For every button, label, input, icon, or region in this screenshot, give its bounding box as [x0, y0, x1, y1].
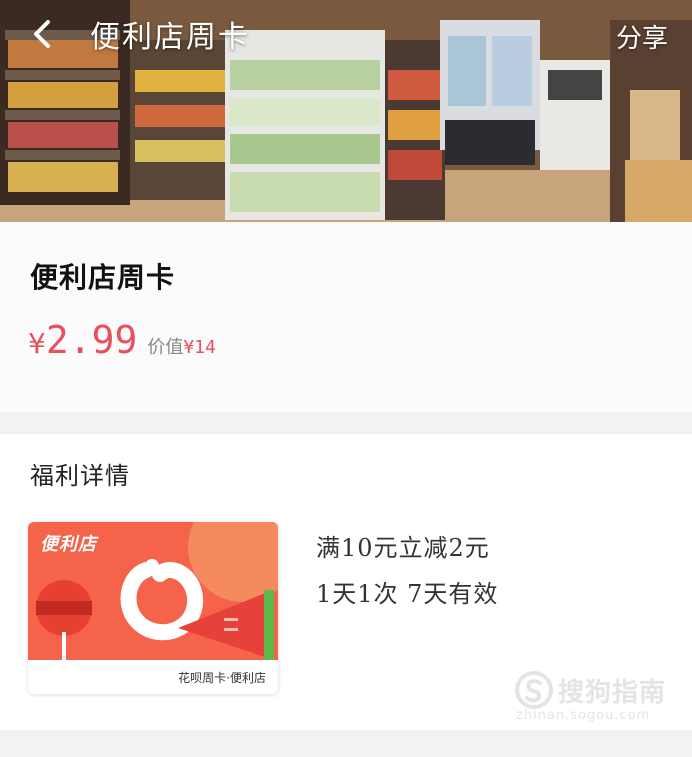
- nav-title: 便利店周卡: [90, 20, 250, 55]
- benefit-discount: 满10元立减2元: [316, 534, 490, 562]
- card-brand-label: 便利店: [40, 534, 97, 555]
- watermark-url: zhinan.sogou.com: [516, 708, 651, 723]
- sogou-logo-icon: [515, 671, 553, 709]
- top-navigation-bar: 便利店周卡 分享: [0, 0, 692, 70]
- price-currency-symbol: ¥: [28, 327, 46, 360]
- price-row: ¥2.99 价值¥14: [28, 318, 216, 362]
- card-caption-bar: 花呗周卡·便利店: [28, 660, 278, 694]
- card-caption: 花呗周卡·便利店: [178, 671, 266, 685]
- product-title: 便利店周卡: [30, 261, 176, 294]
- watermark-text: 搜狗指南: [558, 678, 667, 708]
- price-value: 2.99: [45, 318, 138, 362]
- product-info-section: 便利店周卡 ¥2.99 价值¥14: [0, 222, 692, 412]
- hero-store-image: 便利店周卡 分享: [0, 0, 692, 222]
- original-price: ¥14: [183, 337, 216, 358]
- chevron-left-icon: [34, 20, 50, 48]
- benefit-validity: 1天1次 7天有效: [316, 580, 499, 608]
- original-value-label: 价值: [147, 337, 184, 358]
- card-image[interactable]: 便利店 花呗周卡·便利店: [28, 522, 278, 694]
- back-button[interactable]: [22, 14, 66, 58]
- benefits-heading: 福利详情: [30, 462, 130, 490]
- share-button[interactable]: 分享: [616, 18, 668, 55]
- sogou-watermark: 搜狗指南 zhinan.sogou.com: [514, 668, 674, 730]
